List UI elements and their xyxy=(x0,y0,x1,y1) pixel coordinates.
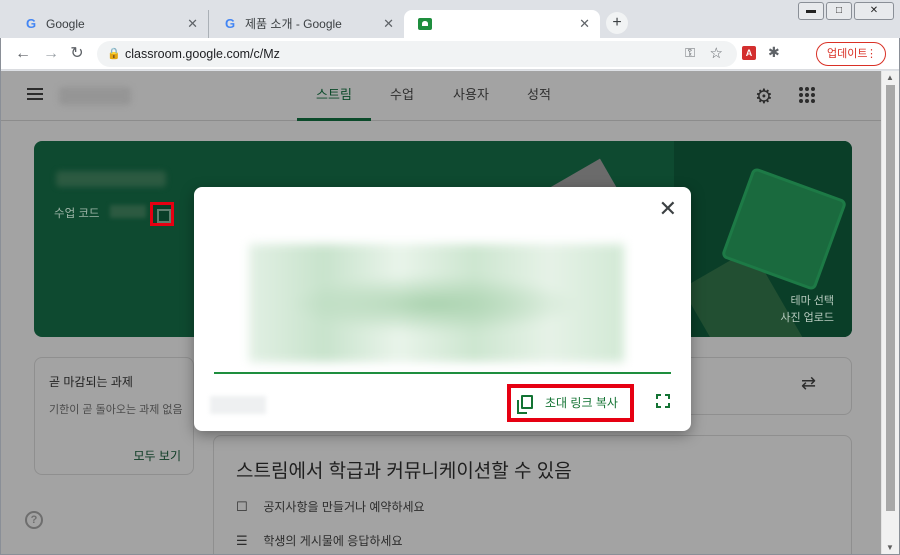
upcoming-desc: 기한이 곧 돌아오는 과제 없음 xyxy=(49,404,183,416)
lock-icon[interactable]: 🔒 xyxy=(107,47,121,60)
upcoming-card: 곧 마감되는 과제 기한이 곧 돌아오는 과제 없음 모두 보기 xyxy=(34,357,194,475)
maximize-button[interactable]: □ xyxy=(826,2,852,20)
fullscreen-icon[interactable] xyxy=(656,394,670,408)
scroll-down-icon[interactable]: ▼ xyxy=(886,543,894,552)
update-button[interactable]: 업데이트 ⋮ xyxy=(816,42,886,66)
swap-icon[interactable]: ⇄ xyxy=(801,373,816,394)
pdf-extension-icon[interactable]: A xyxy=(742,46,756,60)
tab-title: 제품 소개 - Google xyxy=(245,17,342,31)
minimize-button[interactable]: ▬ xyxy=(798,2,824,20)
list-item-text: 학생의 게시물에 응답하세요 xyxy=(263,534,403,548)
classroom-appbar: 스트림 수업 사용자 성적 ⚙ xyxy=(1,71,881,121)
list-item: ☰ 학생의 게시물에 응답하세요 xyxy=(236,532,403,549)
close-icon[interactable]: ✕ xyxy=(383,10,394,38)
tab-grades[interactable]: 성적 xyxy=(519,71,559,121)
class-code-label: 수업 코드 xyxy=(54,208,100,220)
scrollbar-thumb[interactable] xyxy=(886,85,895,511)
back-icon[interactable]: ← xyxy=(13,44,33,64)
update-label: 업데이트 xyxy=(827,48,868,60)
copy-invite-link-label: 초대 링크 복사 xyxy=(545,396,618,410)
upload-photo-link[interactable]: 사진 업로드 xyxy=(780,309,834,325)
view-all-link[interactable]: 모두 보기 xyxy=(134,447,182,464)
class-title-redacted xyxy=(56,171,166,187)
class-code-display-redacted xyxy=(249,244,624,362)
menu-icon[interactable] xyxy=(27,88,43,100)
key-icon[interactable]: ⚿ xyxy=(685,45,695,61)
address-bar[interactable]: 🔒 classroom.google.com/c/Mz ⚿ ☆ xyxy=(97,41,737,67)
more-vert-icon: ⋮ xyxy=(866,48,877,60)
comment-icon: ☰ xyxy=(236,533,248,548)
browser-tab-product[interactable]: G 제품 소개 - Google ✕ xyxy=(208,10,404,38)
stream-info-card: 스트림에서 학급과 커뮤니케이션할 수 있음 ☐ 공지사항을 만들거나 예약하세… xyxy=(213,435,852,554)
list-item-text: 공지사항을 만들거나 예약하세요 xyxy=(263,500,425,514)
extensions-icon[interactable]: ✱ xyxy=(768,44,780,61)
announcement-icon: ☐ xyxy=(236,499,248,514)
tab-people[interactable]: 사용자 xyxy=(443,71,499,121)
help-icon[interactable]: ? xyxy=(25,511,43,529)
copy-invite-link-button[interactable]: 초대 링크 복사 xyxy=(507,384,634,422)
stream-heading: 스트림에서 학급과 커뮤니케이션할 수 있음 xyxy=(236,461,572,482)
tab-stream[interactable]: 스트림 xyxy=(297,71,371,121)
tab-strip: G Google ✕ G 제품 소개 - Google ✕ ✕ + ▬ □ ✕ xyxy=(0,0,900,38)
forward-icon[interactable]: → xyxy=(41,44,61,64)
class-code-redacted xyxy=(110,205,146,218)
window-controls: ▬ □ ✕ xyxy=(798,2,894,20)
class-code-dialog: ✕ 초대 링크 복사 xyxy=(194,187,691,431)
class-name-redacted xyxy=(210,396,266,414)
star-icon[interactable]: ☆ xyxy=(710,44,723,62)
close-icon[interactable]: ✕ xyxy=(579,10,590,38)
divider xyxy=(214,372,671,374)
fullscreen-code-button[interactable] xyxy=(150,202,174,226)
classroom-icon xyxy=(418,18,432,30)
list-item: ☐ 공지사항을 만들거나 예약하세요 xyxy=(236,498,425,515)
close-icon[interactable]: ✕ xyxy=(187,10,198,38)
gear-icon[interactable]: ⚙ xyxy=(755,84,773,109)
google-icon: G xyxy=(25,16,37,31)
browser-toolbar: ← → ↻ 🔒 classroom.google.com/c/Mz ⚿ ☆ A … xyxy=(1,38,899,70)
close-icon[interactable]: ✕ xyxy=(659,197,677,221)
tab-classwork[interactable]: 수업 xyxy=(379,71,425,121)
copy-icon xyxy=(517,395,533,414)
google-icon: G xyxy=(224,16,236,31)
class-name-redacted xyxy=(59,87,131,105)
scrollbar[interactable]: ▲ ▼ xyxy=(881,71,899,554)
select-theme-link[interactable]: 테마 선택 xyxy=(790,292,834,308)
url-text[interactable]: classroom.google.com/c/Mz xyxy=(125,41,280,67)
reload-icon[interactable]: ↻ xyxy=(67,44,87,64)
apps-grid-icon[interactable] xyxy=(799,87,815,103)
new-tab-button[interactable]: + xyxy=(606,12,628,34)
tab-title: Google xyxy=(46,17,85,31)
browser-tab-classroom[interactable]: ✕ xyxy=(404,10,600,38)
scroll-up-icon[interactable]: ▲ xyxy=(886,73,894,82)
window-close-button[interactable]: ✕ xyxy=(854,2,894,20)
upcoming-title: 곧 마감되는 과제 xyxy=(49,375,133,389)
browser-tab-google[interactable]: G Google ✕ xyxy=(10,10,208,38)
